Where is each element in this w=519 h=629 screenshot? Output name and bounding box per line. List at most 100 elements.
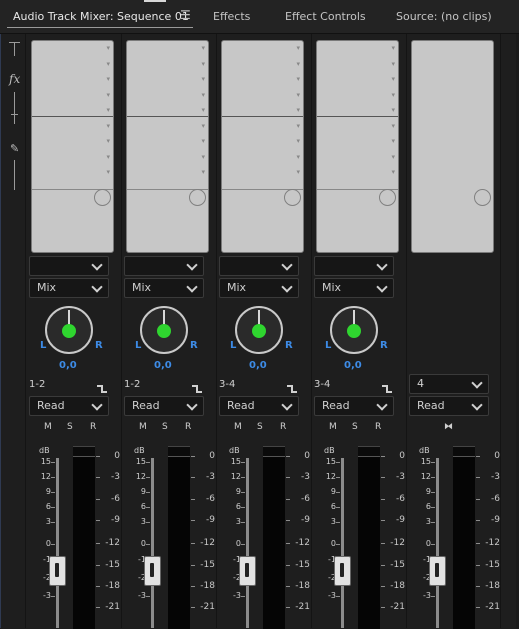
slot-chevron-icon[interactable]: ▾ — [296, 138, 300, 145]
slot-chevron-icon[interactable]: ▾ — [106, 60, 110, 68]
fader-handle[interactable] — [239, 556, 256, 586]
slot-chevron-icon[interactable]: ▾ — [296, 122, 300, 130]
fader-handle[interactable] — [334, 556, 351, 586]
automation-mode-dropdown[interactable]: Read — [124, 396, 204, 416]
pan-knob[interactable] — [45, 306, 93, 354]
hamburger-icon[interactable]: ☰ — [180, 8, 191, 22]
peak-indicator[interactable] — [263, 447, 285, 457]
fader-rail[interactable] — [151, 458, 154, 628]
record-button[interactable]: R — [90, 422, 96, 432]
effects-rack[interactable]: ▾ ▾ ▾ ▾ ▾ ▾ ▾ ▾ ▾ — [31, 40, 114, 253]
slot-chevron-icon[interactable]: ▾ — [296, 107, 300, 114]
pan-value[interactable]: 0,0 — [59, 360, 77, 371]
pan-value[interactable]: 0,0 — [249, 360, 267, 371]
fx-icon[interactable]: fx — [9, 72, 20, 86]
slot-chevron-icon[interactable]: ▾ — [391, 45, 395, 52]
send-knob-icon[interactable] — [284, 189, 301, 206]
effects-rack[interactable]: ▾ ▾ ▾ ▾ ▾ ▾ ▾ ▾ ▾ — [316, 40, 399, 253]
send-knob-icon[interactable] — [189, 189, 206, 206]
effects-rack[interactable]: ▾ ▾ ▾ ▾ ▾ ▾ ▾ ▾ ▾ — [126, 40, 209, 253]
slot-chevron-icon[interactable]: ▾ — [106, 76, 110, 83]
output-routing-icon[interactable] — [192, 379, 202, 393]
pan-value[interactable]: 0,0 — [154, 360, 172, 371]
output-routing-icon[interactable] — [382, 379, 392, 393]
slot-chevron-icon[interactable]: ▾ — [201, 60, 205, 68]
solo-button[interactable]: S — [352, 422, 358, 432]
send-mix-dropdown[interactable]: Mix — [29, 278, 109, 298]
fader-handle[interactable] — [144, 556, 161, 586]
slot-chevron-icon[interactable]: ▾ — [201, 169, 205, 176]
slot-chevron-icon[interactable]: ▾ — [391, 138, 395, 145]
master-fader[interactable]: dB 15 12 9 6 3 0 -1 -2 -3 0 -3 -6 -9 -12 -15 -18 -21 — [406, 34, 500, 629]
solo-button[interactable]: S — [67, 422, 73, 432]
slot-chevron-icon[interactable]: ▾ — [391, 169, 395, 176]
send-knob-icon[interactable] — [379, 189, 396, 206]
effect-select-dropdown[interactable] — [219, 256, 299, 276]
fader-rail[interactable] — [246, 458, 249, 628]
slot-chevron-icon[interactable]: ▾ — [296, 76, 300, 83]
solo-button[interactable]: S — [162, 422, 168, 432]
send-mix-dropdown[interactable]: Mix — [124, 278, 204, 298]
slot-chevron-icon[interactable]: ▾ — [201, 107, 205, 114]
peak-indicator[interactable] — [358, 447, 380, 457]
pan-knob[interactable] — [235, 306, 283, 354]
solo-button[interactable]: S — [257, 422, 263, 432]
slot-chevron-icon[interactable]: ▾ — [106, 122, 110, 130]
slot-chevron-icon[interactable]: ▾ — [201, 122, 205, 130]
record-button[interactable]: R — [280, 422, 286, 432]
send-knob-icon[interactable] — [94, 189, 111, 206]
slot-chevron-icon[interactable]: ▾ — [106, 107, 110, 114]
pan-knob[interactable] — [330, 306, 378, 354]
tab-source[interactable]: Source: (no clips) — [396, 10, 492, 23]
slot-chevron-icon[interactable]: ▾ — [296, 91, 300, 99]
effect-select-dropdown[interactable] — [314, 256, 394, 276]
send-mix-dropdown[interactable]: Mix — [219, 278, 299, 298]
slot-chevron-icon[interactable]: ▾ — [296, 45, 300, 52]
peak-indicator[interactable] — [168, 447, 190, 457]
fader-handle[interactable] — [429, 556, 446, 586]
pan-value[interactable]: 0,0 — [344, 360, 362, 371]
mute-button[interactable]: M — [139, 422, 147, 432]
slot-chevron-icon[interactable]: ▾ — [391, 76, 395, 83]
slot-chevron-icon[interactable]: ▾ — [391, 60, 395, 68]
slot-chevron-icon[interactable]: ▾ — [391, 91, 395, 99]
output-routing-icon[interactable] — [97, 379, 107, 393]
fader-rail[interactable] — [436, 458, 439, 628]
slot-chevron-icon[interactable]: ▾ — [106, 153, 110, 161]
mute-button[interactable]: M — [329, 422, 337, 432]
slot-chevron-icon[interactable]: ▾ — [391, 122, 395, 130]
output-routing-icon[interactable] — [287, 379, 297, 393]
slot-chevron-icon[interactable]: ▾ — [391, 107, 395, 114]
automation-mode-dropdown[interactable]: Read — [219, 396, 299, 416]
effect-select-dropdown[interactable] — [29, 256, 109, 276]
mute-button[interactable]: M — [44, 422, 52, 432]
slot-chevron-icon[interactable]: ▾ — [106, 91, 110, 99]
effects-rack[interactable]: ▾ ▾ ▾ ▾ ▾ ▾ ▾ ▾ ▾ — [221, 40, 304, 253]
record-button[interactable]: R — [185, 422, 191, 432]
effect-select-dropdown[interactable] — [124, 256, 204, 276]
fader-handle[interactable] — [49, 556, 66, 586]
pen-icon[interactable]: ✎ — [10, 142, 19, 155]
slot-chevron-icon[interactable]: ▾ — [201, 153, 205, 161]
fader-rail[interactable] — [341, 458, 344, 628]
automation-mode-dropdown[interactable]: Read — [29, 396, 109, 416]
pan-knob[interactable] — [140, 306, 188, 354]
slot-chevron-icon[interactable]: ▾ — [201, 76, 205, 83]
tab-effect-controls[interactable]: Effect Controls — [285, 10, 366, 23]
slot-chevron-icon[interactable]: ▾ — [201, 45, 205, 52]
slot-chevron-icon[interactable]: ▾ — [106, 45, 110, 52]
tab-audio-track-mixer[interactable]: Audio Track Mixer: Sequence 01 — [13, 10, 189, 23]
slot-chevron-icon[interactable]: ▾ — [296, 60, 300, 68]
slot-chevron-icon[interactable]: ▾ — [201, 91, 205, 99]
slot-chevron-icon[interactable]: ▾ — [201, 138, 205, 145]
peak-indicator[interactable] — [453, 447, 475, 457]
slot-chevron-icon[interactable]: ▾ — [106, 138, 110, 145]
slot-chevron-icon[interactable]: ▾ — [106, 169, 110, 176]
automation-mode-dropdown[interactable]: Read — [314, 396, 394, 416]
peak-indicator[interactable] — [73, 447, 95, 457]
slot-chevron-icon[interactable]: ▾ — [296, 169, 300, 176]
slot-chevron-icon[interactable]: ▾ — [391, 153, 395, 161]
slot-chevron-icon[interactable]: ▾ — [296, 153, 300, 161]
tab-effects[interactable]: Effects — [213, 10, 250, 23]
fader-rail[interactable] — [56, 458, 59, 628]
